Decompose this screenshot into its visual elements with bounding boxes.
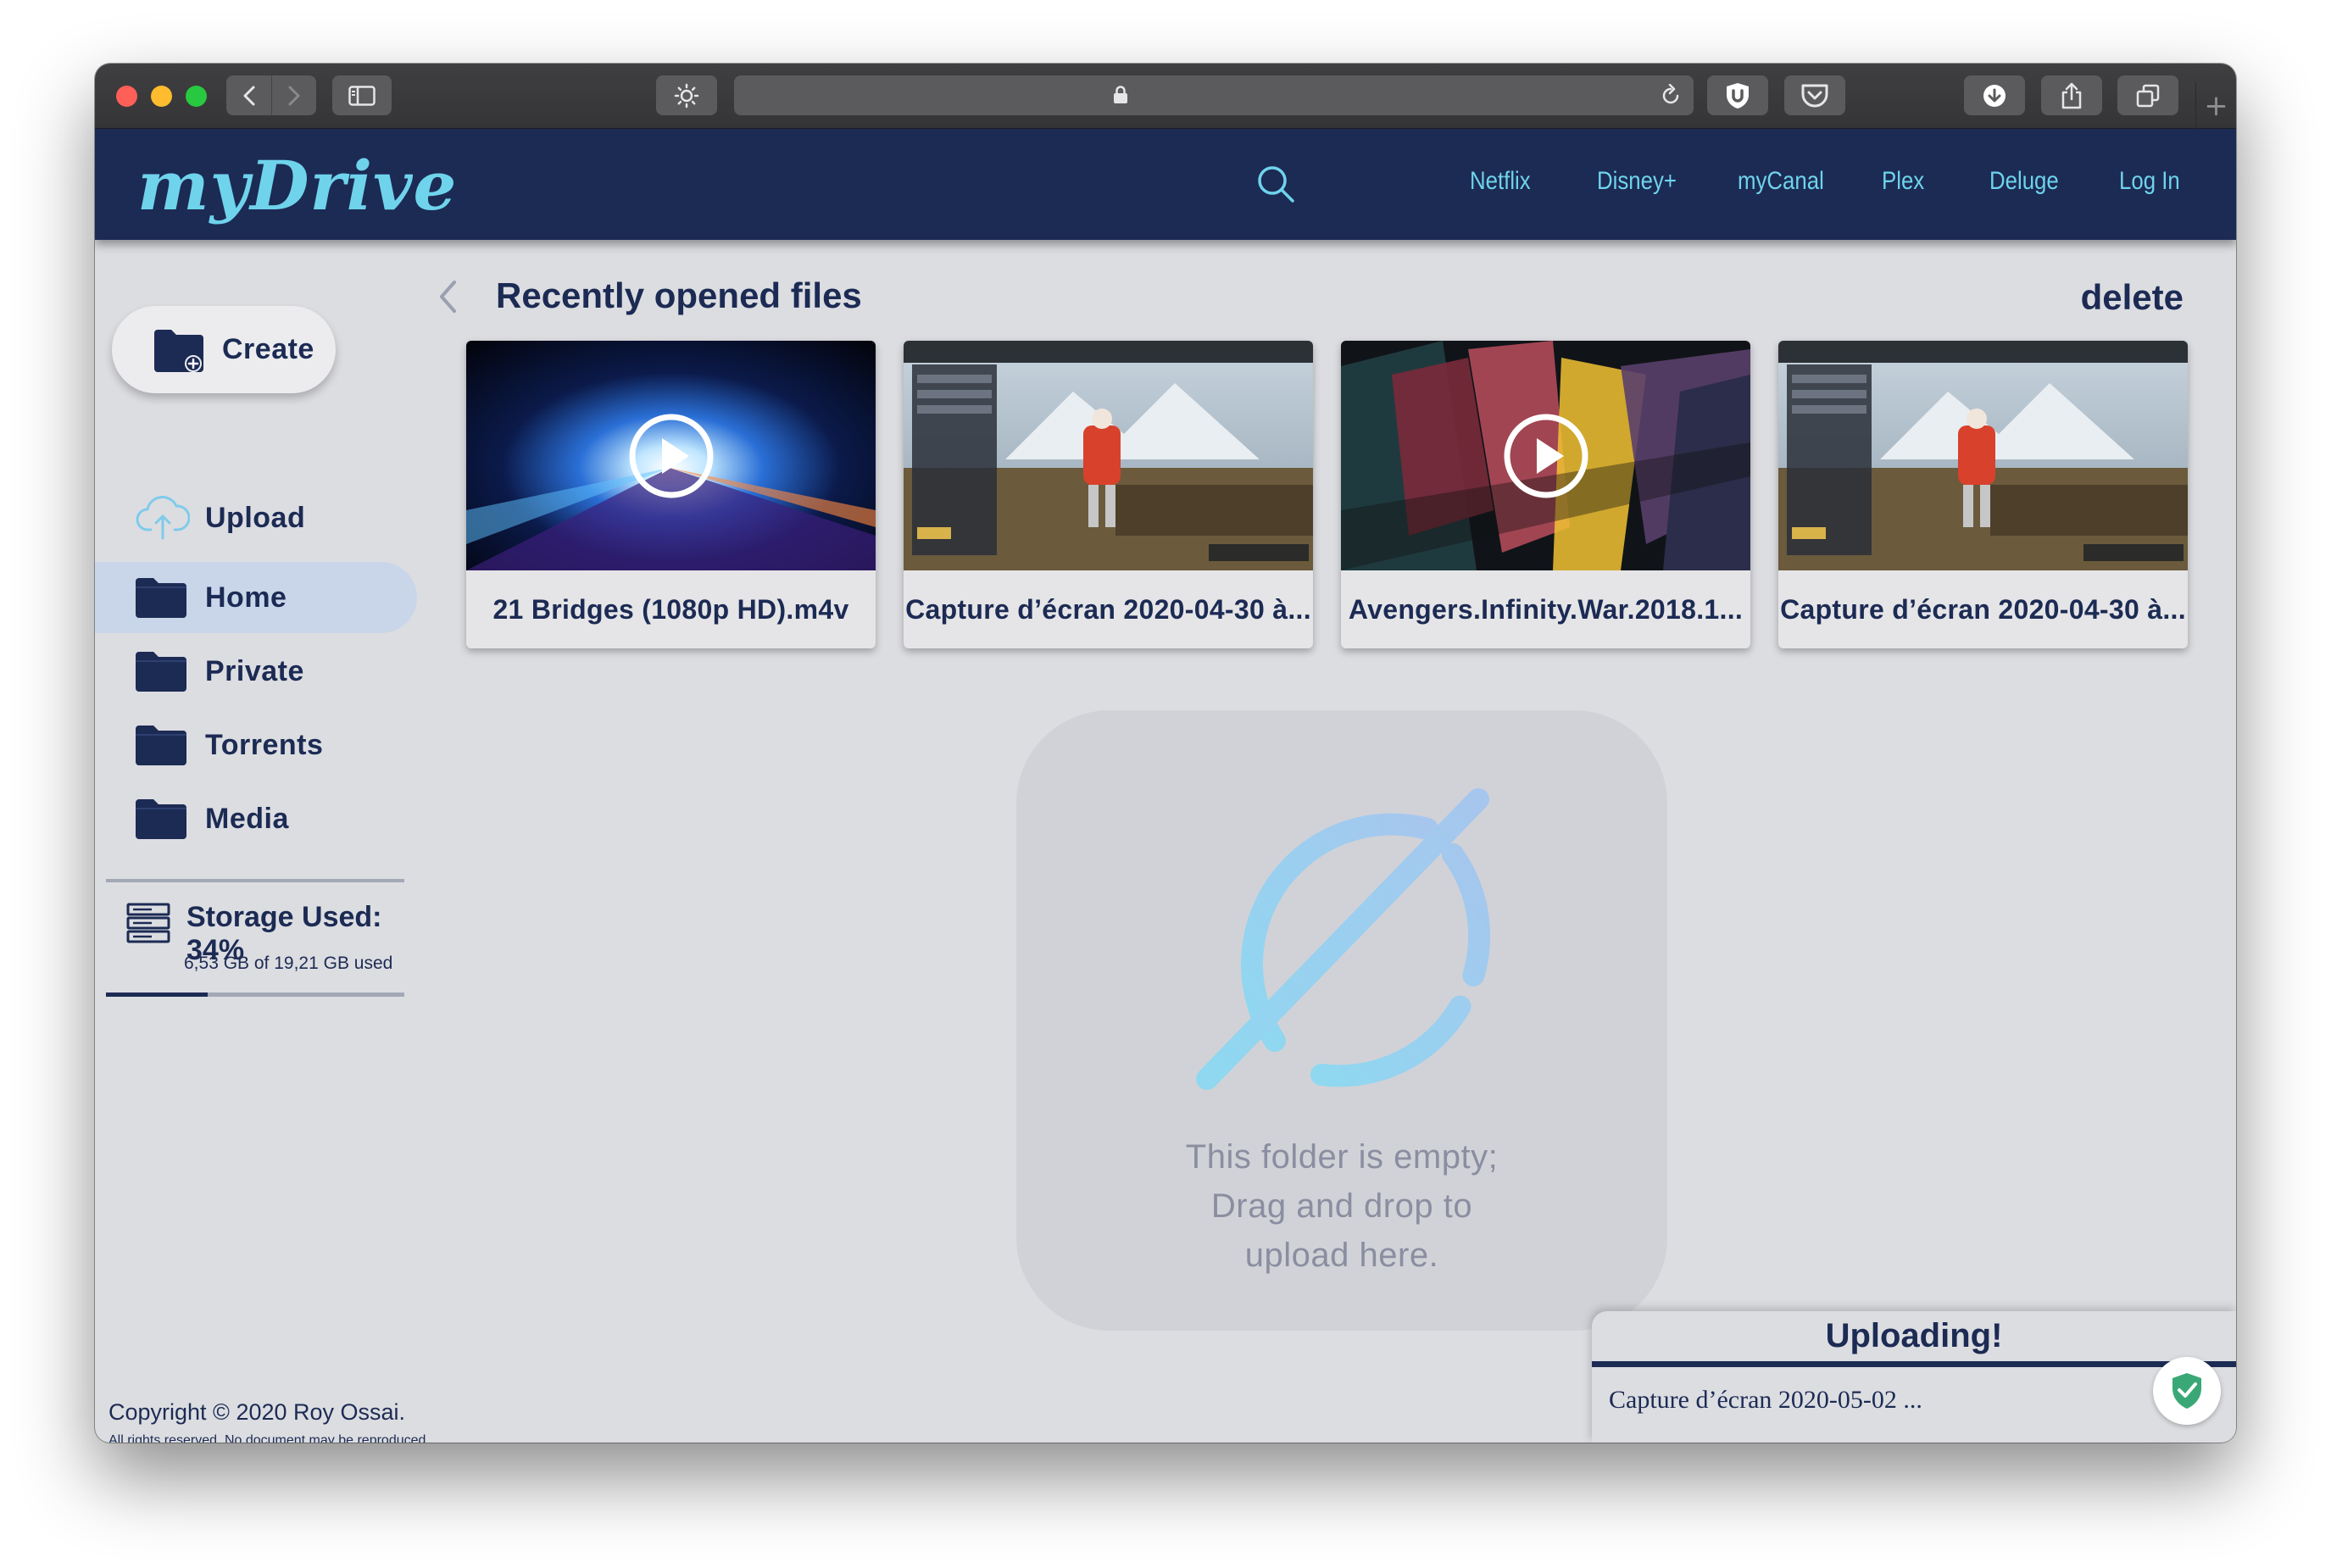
- folder-icon: [136, 726, 186, 765]
- chevron-left-icon[interactable]: [438, 280, 457, 314]
- create-folder-icon: [154, 329, 203, 372]
- browser-toolbar: +: [95, 64, 2236, 129]
- back-icon: [243, 86, 254, 105]
- file-name: Capture d’écran 2020-04-30 à...: [1780, 593, 2186, 625]
- sidebar-item-torrents[interactable]: Torrents: [95, 709, 417, 781]
- minimize-window-button[interactable]: [151, 86, 172, 107]
- shield-check-icon: [2172, 1373, 2201, 1409]
- storage-progress-bar: [106, 993, 404, 997]
- empty-folder-dropzone[interactable]: This folder is empty; Drag and drop to u…: [1016, 710, 1667, 1331]
- top-nav: Netflix Disney+ myCanal Plex Deluge Log …: [95, 129, 2236, 240]
- video-thumbnail: [1341, 341, 1750, 570]
- folder-icon: [136, 652, 186, 692]
- share-icon: [2061, 82, 2082, 108]
- play-icon[interactable]: [1503, 413, 1589, 499]
- downloads-button[interactable]: [1964, 75, 2025, 115]
- nav-link-login[interactable]: Log In: [2119, 167, 2180, 196]
- empty-folder-message: This folder is empty; Drag and drop to u…: [1016, 1132, 1667, 1280]
- empty-message-line: upload here.: [1244, 1237, 1439, 1274]
- sidebar-icon: [348, 85, 376, 106]
- section-title: Recently opened files: [496, 275, 862, 315]
- file-card[interactable]: Capture d’écran 2020-04-30 à...: [1778, 341, 2188, 648]
- game-screenshot-thumbnail: [904, 341, 1313, 570]
- sidebar-divider: [106, 879, 404, 882]
- pocket-extension-button[interactable]: [1784, 75, 1845, 115]
- game-screenshot-thumbnail: [1778, 341, 2188, 570]
- close-window-button[interactable]: [116, 86, 137, 107]
- folder-icon: [136, 799, 186, 839]
- ublock-icon: [1727, 82, 1749, 108]
- new-tab-icon[interactable]: +: [2195, 82, 2236, 129]
- copyright-line: Copyright © 2020 Roy Ossai.: [108, 1399, 406, 1425]
- create-button[interactable]: Create: [112, 306, 336, 393]
- upload-title: Uploading!: [1592, 1311, 2236, 1367]
- download-icon: [1983, 84, 2006, 107]
- browser-window: + myDrive Netflix Disney+ myCanal Plex D…: [95, 64, 2236, 1443]
- address-bar[interactable]: [734, 75, 1694, 115]
- ublock-extension-button[interactable]: [1707, 75, 1768, 115]
- file-name: Avengers.Infinity.War.2018.1...: [1348, 593, 1744, 625]
- uploading-file-name: Capture d’écran 2020-05-02 ...: [1609, 1386, 1922, 1414]
- play-icon[interactable]: [628, 413, 715, 499]
- forward-icon: [288, 86, 300, 105]
- empty-set-icon: [1196, 788, 1491, 1090]
- brightness-button[interactable]: [656, 75, 717, 115]
- nav-link-disney[interactable]: Disney+: [1597, 167, 1677, 196]
- image-thumbnail: [904, 341, 1313, 570]
- file-card[interactable]: 21 Bridges (1080p HD).m4v: [466, 341, 876, 648]
- sidebar-item-media[interactable]: Media: [95, 783, 417, 854]
- upload-status-panel: Uploading! Capture d’écran 2020-05-02 ..…: [1592, 1311, 2236, 1443]
- history-nav: [226, 75, 316, 115]
- cloud-upload-icon: [136, 496, 190, 540]
- app-header: myDrive Netflix Disney+ myCanal Plex Del…: [95, 129, 2236, 240]
- nav-link-plex[interactable]: Plex: [1882, 167, 1924, 196]
- sidebar-item-label: Home: [205, 581, 287, 614]
- video-thumbnail: [466, 341, 876, 570]
- sidebar-item-label: Torrents: [205, 728, 324, 761]
- copyright-notice: Copyright © 2020 Roy Ossai. All rights r…: [108, 1399, 431, 1443]
- nav-link-deluge[interactable]: Deluge: [1989, 167, 2059, 196]
- sidebar: Create Upload Home Private Torrents Medi…: [95, 240, 434, 1443]
- share-button[interactable]: [2041, 75, 2102, 115]
- sidebar-item-private[interactable]: Private: [95, 636, 417, 707]
- lock-icon: [1114, 86, 1127, 103]
- empty-message-line: This folder is empty;: [1185, 1138, 1499, 1176]
- empty-message-line: Drag and drop to: [1210, 1187, 1473, 1225]
- copyright-disclaimer: All rights reserved. No document may be …: [108, 1433, 426, 1443]
- file-name: 21 Bridges (1080p HD).m4v: [492, 593, 849, 625]
- zoom-window-button[interactable]: [186, 86, 207, 107]
- tab-overview-button[interactable]: [2117, 75, 2178, 115]
- reload-icon[interactable]: [1660, 84, 1682, 108]
- file-name: Capture d’écran 2020-04-30 à...: [905, 593, 1311, 625]
- storage-used-detail: 6,53 GB of 19,21 GB used: [184, 954, 393, 973]
- sidebar-item-label: Media: [205, 802, 289, 835]
- file-card[interactable]: Capture d’écran 2020-04-30 à...: [904, 341, 1313, 648]
- sidebar-item-label: Private: [205, 654, 304, 687]
- sidebar-toggle-button[interactable]: [332, 75, 392, 115]
- upload-complete-badge: [2153, 1357, 2221, 1425]
- back-button[interactable]: [226, 75, 271, 115]
- pocket-icon: [1801, 84, 1828, 107]
- sidebar-item-home[interactable]: Home: [95, 562, 417, 633]
- nav-link-netflix[interactable]: Netflix: [1470, 167, 1531, 196]
- forward-button[interactable]: [271, 75, 316, 115]
- brightness-icon: [674, 83, 699, 108]
- delete-button[interactable]: delete: [2081, 277, 2184, 318]
- create-label: Create: [222, 333, 314, 365]
- image-thumbnail: [1778, 341, 2188, 570]
- nav-link-mycanal[interactable]: myCanal: [1738, 167, 1824, 196]
- file-card[interactable]: Avengers.Infinity.War.2018.1...: [1341, 341, 1750, 648]
- storage-progress-fill: [106, 993, 208, 997]
- storage-icon: [126, 903, 170, 943]
- folder-icon: [136, 578, 186, 618]
- sidebar-item-label: Upload: [205, 501, 306, 534]
- sidebar-item-upload[interactable]: Upload: [95, 482, 417, 553]
- tabs-icon: [2136, 84, 2160, 107]
